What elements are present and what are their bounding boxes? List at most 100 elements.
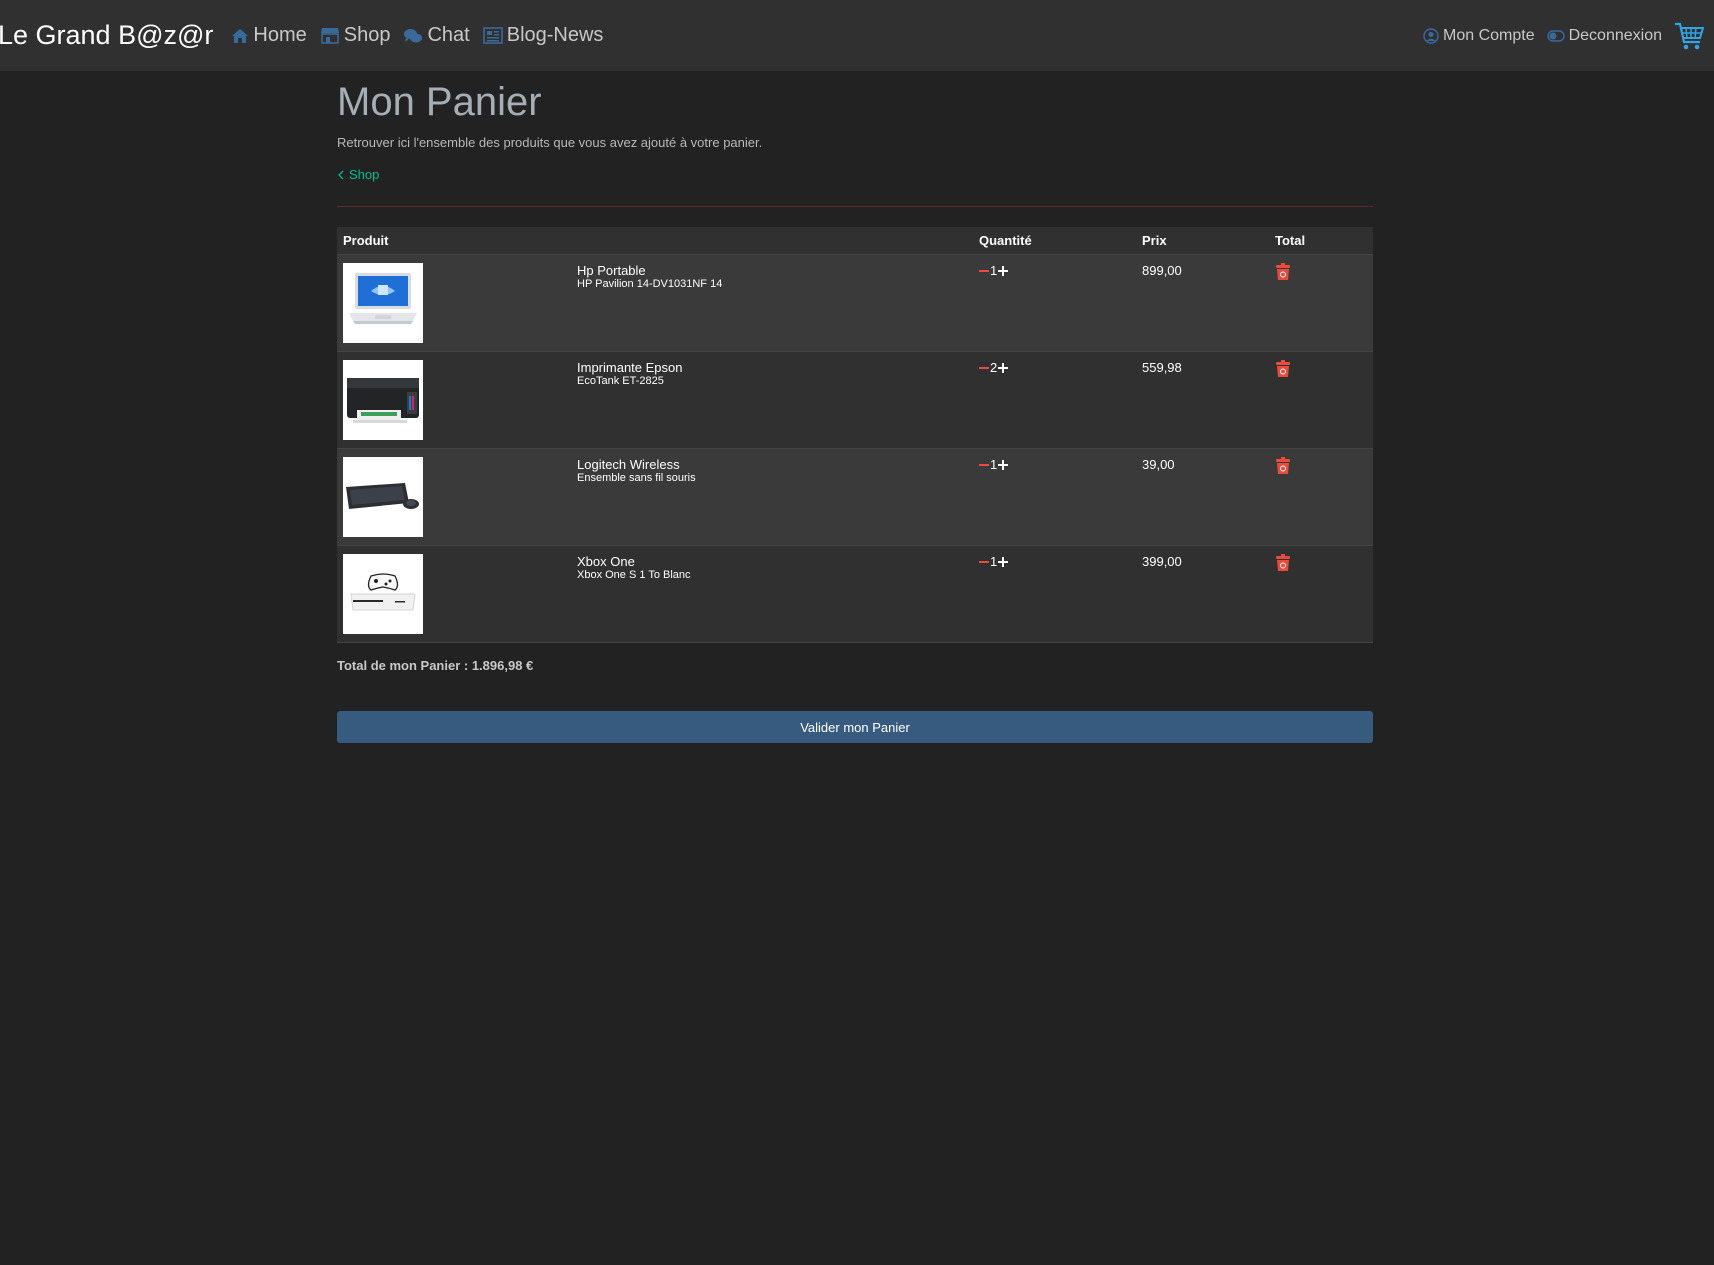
col-price: Prix	[1142, 232, 1167, 248]
quantity-cell: 1	[973, 255, 1136, 352]
col-description	[571, 227, 973, 255]
decrease-quantity-button[interactable]	[979, 363, 989, 373]
total-cell	[1269, 352, 1373, 449]
logout-label: Deconnexion	[1568, 26, 1662, 44]
remove-item-button[interactable]	[1275, 360, 1291, 381]
quantity-value: 1	[990, 554, 998, 569]
minus-icon	[979, 269, 989, 272]
page-subtitle: Retrouver ici l'ensemble des produits qu…	[337, 135, 763, 150]
product-description: HP Pavilion 14-DV1031NF 14	[577, 278, 723, 290]
page-title: Mon Panier	[337, 80, 542, 124]
decrease-quantity-button[interactable]	[979, 460, 989, 470]
col-product: Produit	[343, 232, 389, 248]
total-cell	[1269, 546, 1373, 643]
increase-quantity-button[interactable]	[998, 459, 1009, 470]
price-cell: 899,00	[1136, 255, 1269, 352]
price-cell: 399,00	[1136, 546, 1269, 643]
quantity-stepper: 2	[979, 360, 1130, 375]
trash-icon	[1276, 360, 1290, 377]
trash-icon	[1276, 554, 1290, 571]
plus-icon	[998, 265, 1009, 276]
product-info-cell: Hp Portable HP Pavilion 14-DV1031NF 14	[571, 255, 973, 352]
product-image-cell	[337, 255, 571, 352]
quantity-stepper: 1	[979, 263, 1130, 278]
product-image-keyboard[interactable]	[343, 457, 423, 537]
remove-item-button[interactable]	[1275, 263, 1291, 284]
quantity-value: 1	[990, 457, 998, 472]
product-price: 39,00	[1142, 457, 1175, 472]
trash-icon	[1276, 263, 1290, 280]
cart-icon	[1675, 22, 1704, 49]
product-image-cell	[337, 449, 571, 546]
product-name[interactable]: Logitech Wireless	[577, 457, 967, 472]
increase-quantity-button[interactable]	[998, 265, 1009, 276]
main-content: Mon Panier Retrouver ici l'ensemble des …	[337, 71, 1373, 743]
product-image-laptop[interactable]	[343, 263, 423, 343]
nav-blog-label: Blog-News	[506, 24, 604, 46]
quantity-stepper: 1	[979, 457, 1130, 472]
plus-icon	[998, 362, 1009, 373]
product-price: 559,98	[1142, 360, 1182, 375]
product-info-cell: Imprimante Epson EcoTank ET-2825	[571, 352, 973, 449]
product-description: EcoTank ET-2825	[577, 375, 664, 387]
product-price: 399,00	[1142, 554, 1182, 569]
user-circle-icon	[1423, 27, 1439, 44]
quantity-cell: 1	[973, 449, 1136, 546]
product-image-xbox[interactable]	[343, 554, 423, 634]
divider	[337, 205, 1373, 207]
nav-links: Home Shop Chat Blog-News	[231, 24, 616, 47]
nav-home-label: Home	[253, 24, 307, 46]
minus-icon	[979, 560, 989, 563]
logout-link[interactable]: Deconnexion	[1546, 26, 1662, 45]
remove-item-button[interactable]	[1275, 554, 1291, 575]
increase-quantity-button[interactable]	[998, 362, 1009, 373]
back-to-shop-link[interactable]: Shop	[337, 167, 379, 182]
shop-icon	[320, 28, 339, 44]
brand-logo[interactable]: Le Grand B@z@r	[0, 20, 213, 51]
plus-icon	[998, 556, 1009, 567]
toggle-icon	[1546, 29, 1565, 42]
table-row: Xbox One Xbox One S 1 To Blanc 1 399,00	[337, 545, 1373, 643]
product-name[interactable]: Imprimante Epson	[577, 360, 967, 375]
remove-item-button[interactable]	[1275, 457, 1291, 478]
product-description: Ensemble sans fil souris	[577, 472, 696, 484]
quantity-cell: 1	[973, 546, 1136, 643]
price-cell: 559,98	[1136, 352, 1269, 449]
total-cell	[1269, 449, 1373, 546]
newspaper-icon	[482, 27, 503, 44]
product-image-printer[interactable]	[343, 360, 423, 440]
chevron-left-icon	[338, 170, 344, 179]
decrease-quantity-button[interactable]	[979, 557, 989, 567]
increase-quantity-button[interactable]	[998, 556, 1009, 567]
table-row: Logitech Wireless Ensemble sans fil sour…	[337, 448, 1373, 546]
nav-shop[interactable]: Shop	[320, 24, 390, 47]
table-row: Imprimante Epson EcoTank ET-2825 2 559,9…	[337, 351, 1373, 449]
minus-icon	[979, 463, 989, 466]
product-description: Xbox One S 1 To Blanc	[577, 569, 691, 581]
table-header-row: Produit Quantité Prix Total	[337, 226, 1373, 255]
product-name[interactable]: Xbox One	[577, 554, 967, 569]
navbar: Le Grand B@z@r Home Shop Chat Blog-News …	[0, 0, 1714, 71]
product-name[interactable]: Hp Portable	[577, 263, 967, 278]
validate-cart-button[interactable]: Valider mon Panier	[337, 711, 1373, 743]
back-link-label: Shop	[349, 167, 380, 182]
cart-button[interactable]	[1674, 21, 1704, 51]
price-cell: 39,00	[1136, 449, 1269, 546]
trash-icon	[1276, 457, 1290, 474]
nav-chat-label: Chat	[427, 24, 470, 46]
quantity-stepper: 1	[979, 554, 1130, 569]
nav-chat[interactable]: Chat	[403, 24, 470, 47]
col-total: Total	[1275, 232, 1306, 248]
nav-blog[interactable]: Blog-News	[482, 24, 604, 47]
table-row: Hp Portable HP Pavilion 14-DV1031NF 14 1	[337, 254, 1373, 352]
account-link[interactable]: Mon Compte	[1423, 27, 1535, 45]
cart-total: Total de mon Panier : 1.896,98 €	[337, 658, 534, 673]
quantity-value: 1	[990, 263, 998, 278]
col-quantity: Quantité	[979, 232, 1032, 248]
cart-table: Produit Quantité Prix Total Hp Portable …	[337, 226, 1373, 644]
quantity-value: 2	[990, 360, 998, 375]
decrease-quantity-button[interactable]	[979, 266, 989, 276]
nav-home[interactable]: Home	[231, 24, 307, 47]
product-info-cell: Xbox One Xbox One S 1 To Blanc	[571, 546, 973, 643]
quantity-cell: 2	[973, 352, 1136, 449]
